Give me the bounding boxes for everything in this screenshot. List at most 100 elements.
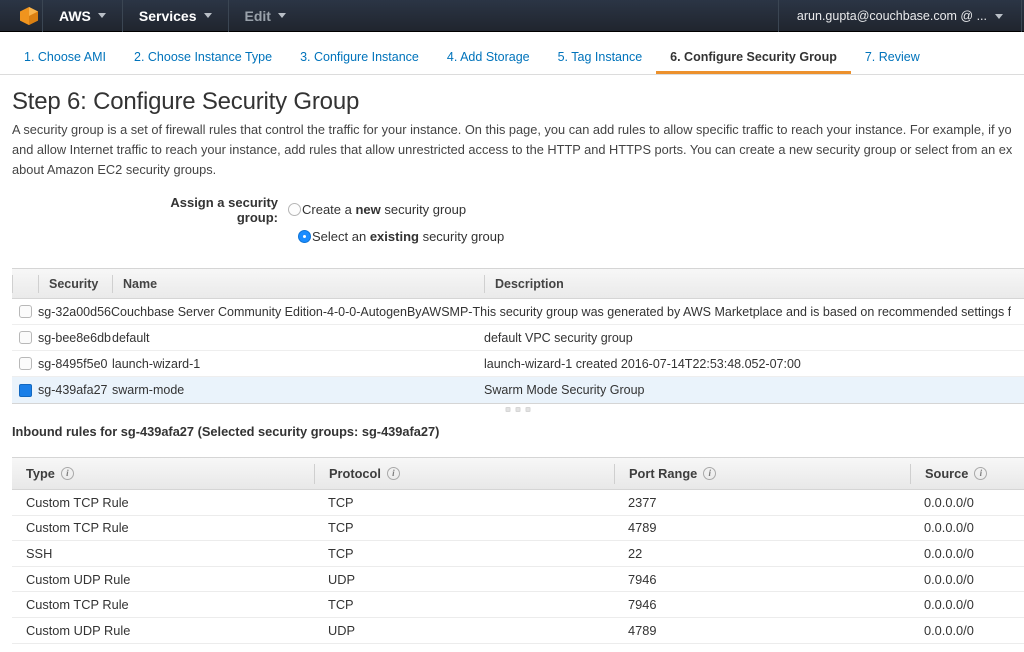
radio-existing-bold: existing: [369, 229, 419, 244]
cell-protocol: TCP: [328, 597, 354, 613]
nav-divider-2: [121, 0, 123, 32]
cell-description: launch-wizard-1 created 2016-07-14T22:53…: [484, 356, 801, 371]
tab-tag-instance[interactable]: 5. Tag Instance: [544, 50, 657, 74]
header-protocol-label: Protocol: [329, 466, 381, 481]
tab-review[interactable]: 7. Review: [851, 50, 934, 74]
nav-divider-4: [777, 0, 779, 32]
table-row[interactable]: Custom UDP Rule UDP 7946 0.0.0.0/0: [12, 567, 1024, 593]
radio-create-new-security-group[interactable]: [288, 203, 301, 216]
nav-divider-5: [1021, 0, 1022, 32]
row-checkbox[interactable]: [18, 331, 32, 344]
info-icon[interactable]: i: [703, 467, 717, 480]
radio-create-new-label[interactable]: Create a new security group: [302, 202, 466, 217]
page-description-line-3: about Amazon EC2 security groups.: [12, 162, 217, 177]
radio-new-pre: Create a: [302, 202, 356, 217]
account-label: arun.gupta@couchbase.com @ ...: [796, 9, 987, 23]
cell-protocol: UDP: [328, 622, 356, 638]
cell-source: 0.0.0.0/0: [924, 571, 974, 587]
table-row[interactable]: SSH TCP 22 0.0.0.0/0: [12, 541, 1024, 567]
cell-security-group-id: sg-439afa27: [38, 383, 108, 397]
nav-right-group: arun.gupta@couchbase.com @ ...: [776, 0, 1024, 32]
nav-aws-menu[interactable]: AWS: [45, 0, 120, 32]
table-row[interactable]: sg-439afa27 swarm-mode Swarm Mode Securi…: [12, 377, 1024, 403]
table-row[interactable]: Custom TCP Rule TCP 4789 0.0.0.0/0: [12, 516, 1024, 542]
header-security-group-id[interactable]: Security: [38, 274, 112, 293]
cell-type: SSH: [26, 545, 53, 561]
nav-edit-label: Edit: [244, 7, 271, 24]
radio-existing-post: security group: [418, 229, 505, 244]
header-type-label: Type: [26, 466, 55, 481]
cell-port-range: 22: [628, 545, 643, 561]
table-row[interactable]: sg-8495f5e0 launch-wizard-1 launch-wizar…: [12, 351, 1024, 377]
tab-add-storage[interactable]: 4. Add Storage: [433, 50, 544, 74]
cell-description: Swarm Mode Security Group: [484, 383, 645, 397]
nav-edit-menu[interactable]: Edit: [231, 0, 300, 32]
info-icon[interactable]: i: [974, 467, 988, 480]
nav-aws-label: AWS: [59, 7, 91, 24]
tab-configure-security-group[interactable]: 6. Configure Security Group: [656, 50, 851, 74]
row-checkbox[interactable]: [18, 383, 32, 397]
cell-port-range: 4789: [628, 520, 657, 536]
cell-port-range: 2377: [628, 494, 657, 510]
info-icon[interactable]: i: [60, 467, 74, 480]
assign-row-existing: Select an existing security group: [130, 223, 1012, 250]
cell-source: 0.0.0.0/0: [924, 597, 974, 613]
radio-new-post: security group: [380, 202, 467, 217]
cell-source: 0.0.0.0/0: [924, 520, 974, 536]
header-type: Type i: [12, 464, 314, 484]
tab-choose-instance-type[interactable]: 2. Choose Instance Type: [120, 50, 286, 74]
security-groups-table: Security Name Description sg-32a00d56 Co…: [12, 268, 1024, 404]
account-menu[interactable]: arun.gupta@couchbase.com @ ...: [781, 0, 1019, 32]
table-row[interactable]: Custom TCP Rule TCP 2377 0.0.0.0/0: [12, 490, 1024, 516]
cell-name: swarm-mode: [112, 383, 185, 397]
drag-dot: [505, 407, 511, 412]
chevron-down-icon: [277, 13, 286, 18]
header-port-range: Port Range i: [614, 463, 910, 484]
page-description-line-1: A security group is a set of firewall ru…: [12, 122, 1012, 137]
main-content: Step 6: Configure Security Group A secur…: [0, 88, 1024, 644]
cell-protocol: TCP: [328, 494, 354, 510]
table-row[interactable]: Custom TCP Rule TCP 7946 0.0.0.0/0: [12, 592, 1024, 618]
cell-source: 0.0.0.0/0: [924, 494, 974, 510]
cell-security-group-id: sg-32a00d56: [38, 304, 111, 319]
row-checkbox-wrap: [12, 305, 38, 318]
header-protocol: Protocol i: [314, 463, 614, 484]
table-row[interactable]: sg-32a00d56 Couchbase Server Community E…: [12, 299, 1024, 325]
drag-handle-dots-icon: [505, 407, 531, 412]
header-port-range-label: Port Range: [629, 466, 698, 481]
cell-security-group-id: sg-bee8e6db: [38, 330, 111, 345]
header-name[interactable]: Name: [112, 274, 484, 293]
row-checkbox-wrap: [12, 357, 38, 370]
tab-choose-ami[interactable]: 1. Choose AMI: [10, 50, 120, 74]
panel-resize-splitter[interactable]: [12, 404, 1024, 418]
inbound-rules-title: Inbound rules for sg-439afa27 (Selected …: [12, 424, 440, 439]
aws-cube-icon[interactable]: [18, 5, 40, 27]
cell-description: default VPC security group: [484, 330, 633, 345]
page-description-line-2: and allow Internet traffic to reach your…: [12, 142, 1012, 157]
header-description[interactable]: Description: [484, 274, 1024, 293]
cell-security-group-id: sg-8495f5e0: [38, 356, 108, 371]
radio-select-existing-label[interactable]: Select an existing security group: [312, 229, 504, 244]
drag-dot: [515, 407, 521, 412]
radio-select-existing-security-group[interactable]: [298, 230, 311, 243]
cell-port-range: 7946: [628, 571, 657, 587]
row-checkbox[interactable]: [18, 305, 32, 318]
cell-type: Custom UDP Rule: [26, 622, 131, 638]
header-source-label: Source: [925, 466, 969, 481]
nav-services-menu[interactable]: Services: [125, 0, 226, 32]
tab-configure-instance[interactable]: 3. Configure Instance: [286, 50, 433, 74]
nav-divider-1: [42, 0, 43, 32]
assign-security-group-block: Assign a security group: Create a new se…: [12, 194, 1012, 250]
info-icon[interactable]: i: [386, 467, 400, 480]
page-title: Step 6: Configure Security Group: [12, 88, 360, 115]
table-row[interactable]: sg-bee8e6db default default VPC security…: [12, 325, 1024, 351]
chevron-down-icon: [203, 13, 212, 18]
radio-new-bold: new: [355, 202, 381, 217]
table-row[interactable]: Custom UDP Rule UDP 4789 0.0.0.0/0: [12, 618, 1024, 644]
assign-security-group-label: Assign a security group:: [170, 194, 278, 225]
inbound-rules-table: Type i Protocol i Port Range i Source i …: [12, 457, 1024, 644]
cell-protocol: TCP: [328, 520, 354, 536]
cell-protocol: UDP: [328, 571, 356, 587]
chevron-down-icon: [97, 13, 106, 18]
row-checkbox[interactable]: [18, 357, 32, 370]
